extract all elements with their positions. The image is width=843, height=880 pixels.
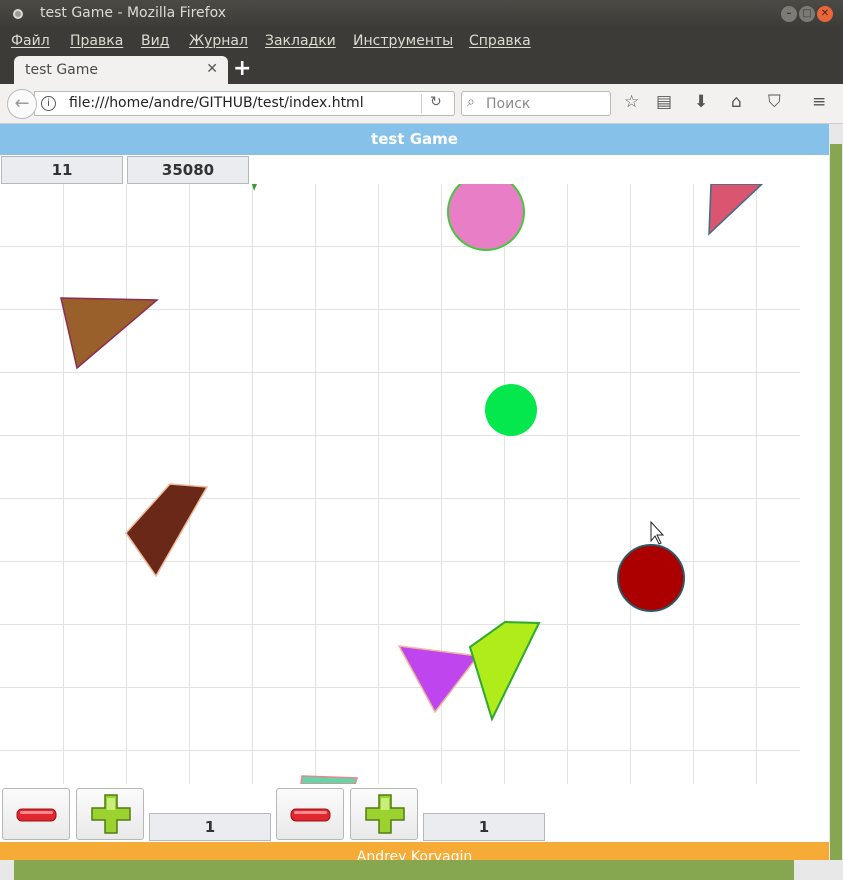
minus-icon [16,808,57,822]
url-separator [421,94,422,113]
game-canvas[interactable] [0,184,829,784]
hamburger-menu-icon[interactable]: ≡ [812,92,826,112]
mouse-cursor-icon [650,520,665,545]
game-grid [0,184,800,784]
green-circle [485,384,537,436]
teal-shape [300,775,359,784]
url-bar[interactable]: i file:///home/andre/GITHUB/test/index.h… [34,91,455,116]
plus-icon [91,794,131,834]
search-input[interactable]: ⌕ Поиск [461,91,611,116]
increase-b-button[interactable] [350,788,418,840]
menu-edit[interactable]: Правка [70,33,123,49]
increase-a-button[interactable] [76,788,144,840]
plus-icon [365,794,405,834]
maximize-icon[interactable]: □ [799,6,815,22]
vertical-scrollbar[interactable] [829,124,843,860]
search-placeholder: Поиск [486,96,531,112]
dark-brown-quad [125,483,209,578]
red-circle [617,544,685,612]
tab-strip: test Game ✕ + [0,54,843,84]
window-title: test Game - Mozilla Firefox [40,5,226,21]
reload-icon[interactable]: ↻ [430,94,442,110]
bookmark-star-icon[interactable]: ☆ [624,92,639,112]
vertical-scroll-thumb[interactable] [830,144,842,860]
decrease-b-button[interactable] [276,788,344,840]
new-tab-button[interactable]: + [233,56,251,81]
info-icon[interactable]: i [41,96,56,111]
reading-list-icon[interactable]: ▤ [656,92,672,112]
tab-test-game[interactable]: test Game ✕ [14,56,228,84]
horizontal-scrollbar[interactable] [0,860,843,880]
page-footer: Andrey Koryagin [0,842,829,860]
value-b-field[interactable]: 1 [423,813,545,841]
menubar: Файл Правка Вид Журнал Закладки Инструме… [0,28,843,54]
horizontal-scroll-thumb[interactable] [14,860,794,880]
navigation-toolbar: i file:///home/andre/GITHUB/test/index.h… [0,84,843,124]
download-icon[interactable]: ⬇ [694,92,708,112]
minus-icon [290,808,331,822]
search-icon: ⌕ [467,94,475,110]
stat-right: 35080 [127,156,249,184]
minimize-icon[interactable]: – [781,6,797,22]
url-text[interactable]: file:///home/andre/GITHUB/test/index.htm… [69,95,364,111]
tab-close-icon[interactable]: ✕ [206,61,218,77]
menu-view[interactable]: Вид [141,33,169,49]
pocket-icon[interactable]: ⛉ [768,92,781,112]
back-arrow-icon: ← [14,93,30,114]
purple-triangle [397,645,480,714]
home-icon[interactable]: ⌂ [731,92,742,112]
tab-title: test Game [25,62,99,78]
decrease-a-button[interactable] [2,788,70,840]
red-triangle [708,184,764,236]
page-viewport: test Game 11 35080 1 1 Andrey Koryagin [0,124,843,880]
close-icon[interactable]: ✕ [817,6,833,22]
page-header: test Game [0,124,829,155]
menu-help[interactable]: Справка [469,33,531,49]
stat-left: 11 [1,156,123,184]
menu-file[interactable]: Файл [11,33,50,49]
back-button[interactable]: ← [7,89,37,119]
window-titlebar: test Game - Mozilla Firefox – □ ✕ [0,0,843,28]
menu-bookmarks[interactable]: Закладки [265,33,336,49]
brown-triangle [60,297,159,370]
controls-panel: 1 1 [0,784,829,842]
menu-tools[interactable]: Инструменты [353,33,453,49]
value-a-field[interactable]: 1 [149,813,271,841]
firefox-app-icon [13,9,23,19]
pink-circle [447,184,525,251]
menu-history[interactable]: Журнал [189,33,248,49]
